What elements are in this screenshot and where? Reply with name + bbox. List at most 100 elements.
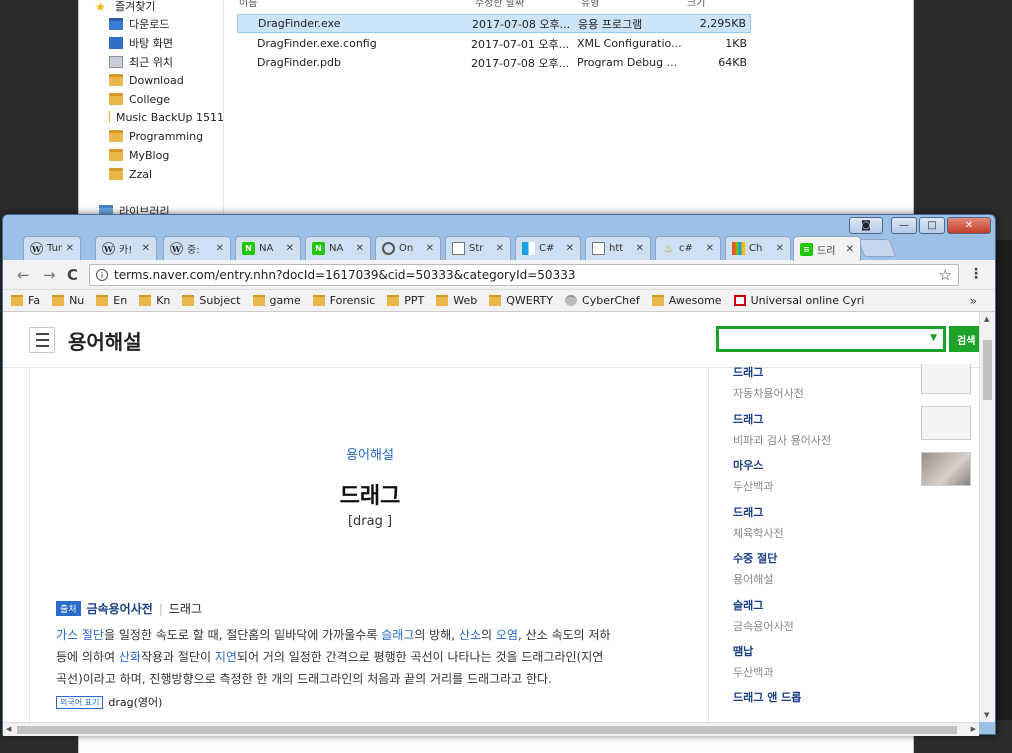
bookmark-item[interactable]: Nu: [52, 294, 84, 307]
nav-item-favorites[interactable]: ★ 즐겨찾기: [95, 0, 155, 15]
bookmark-item[interactable]: Web: [436, 294, 477, 307]
scroll-up-icon[interactable]: ▲: [984, 315, 989, 323]
nav-item-myblog[interactable]: MyBlog: [109, 146, 169, 164]
close-window-button[interactable]: ✕: [947, 217, 991, 234]
tab-2[interactable]: W 카! ✕: [95, 236, 157, 260]
link-gas-cutting[interactable]: 가스 절단: [56, 628, 104, 642]
nav-item-college[interactable]: College: [109, 90, 170, 108]
related-entry[interactable]: 드래그 체육학사전: [733, 504, 979, 541]
horizontal-scrollbar[interactable]: ◀ ▶: [3, 722, 979, 736]
related-entry[interactable]: 땜납 두산백과: [733, 643, 979, 680]
menu-dots-icon[interactable]: ⋮: [969, 266, 983, 282]
nav-item-downloads[interactable]: 다운로드: [109, 15, 169, 33]
link-slag[interactable]: 슬래그: [381, 628, 414, 642]
scroll-right-icon[interactable]: ▶: [971, 725, 976, 733]
related-entry[interactable]: 드래그 앤 드롭: [733, 689, 979, 710]
nav-item-recent[interactable]: 최근 위치: [109, 53, 173, 71]
related-title[interactable]: 드래그 앤 드롭: [733, 689, 979, 705]
file-row[interactable]: DragFinder.exe.config 2017-07-01 오후... X…: [237, 34, 751, 53]
tab-6[interactable]: On ✕: [375, 236, 441, 260]
tab-8[interactable]: C# ✕: [515, 236, 581, 260]
back-arrow-icon[interactable]: ←: [17, 266, 30, 284]
scroll-down-icon[interactable]: ▼: [984, 711, 989, 719]
info-icon[interactable]: i: [96, 269, 108, 281]
address-bar[interactable]: i terms.naver.com/entry.nhn?docId=161703…: [89, 264, 959, 286]
column-size[interactable]: 크기: [687, 0, 705, 9]
related-thumbnail[interactable]: [921, 364, 971, 394]
related-title[interactable]: 땜납: [733, 643, 979, 659]
bookmark-item[interactable]: PPT: [387, 294, 424, 307]
menu-icon[interactable]: [29, 327, 55, 353]
tab-close-icon[interactable]: ✕: [776, 243, 784, 254]
url-text[interactable]: terms.naver.com/entry.nhn?docId=1617039&…: [114, 268, 575, 282]
tab-1[interactable]: W Tur ✕: [23, 236, 81, 260]
tab-close-icon[interactable]: ✕: [846, 244, 854, 255]
bookmark-item[interactable]: QWERTY: [489, 294, 553, 307]
site-title[interactable]: 용어해설: [68, 326, 142, 355]
horizontal-scroll-thumb[interactable]: [17, 726, 957, 734]
bookmark-item[interactable]: CyberChef: [565, 294, 640, 307]
search-button[interactable]: 검색: [949, 326, 979, 352]
tab-close-icon[interactable]: ✕: [566, 243, 574, 254]
dropdown-caret-icon[interactable]: ▼: [930, 333, 937, 343]
bookmark-star-icon[interactable]: ☆: [939, 266, 952, 284]
file-row[interactable]: DragFinder.pdb 2017-07-08 오후... Program …: [237, 53, 751, 72]
nav-item-desktop[interactable]: 바탕 화면: [109, 34, 173, 52]
tab-4[interactable]: N NA ✕: [235, 236, 301, 260]
tab-close-icon[interactable]: ✕: [636, 243, 644, 254]
link-oxygen[interactable]: 산소: [459, 628, 481, 642]
tab-close-icon[interactable]: ✕: [706, 243, 714, 254]
bookmark-item[interactable]: En: [96, 294, 127, 307]
nav-item-download-folder[interactable]: Download: [109, 71, 184, 89]
vertical-scroll-thumb[interactable]: [983, 340, 992, 400]
nav-item-programming[interactable]: Programming: [109, 127, 203, 145]
bookmark-item[interactable]: Awesome: [651, 294, 722, 307]
category-link[interactable]: 용어해설: [30, 444, 710, 463]
link-delay[interactable]: 지연: [215, 650, 237, 664]
new-tab-button[interactable]: [857, 239, 897, 257]
maximize-button[interactable]: □: [919, 217, 945, 234]
search-input[interactable]: ▼: [716, 326, 946, 352]
tab-close-icon[interactable]: ✕: [66, 243, 74, 254]
nav-item-music-backup[interactable]: Music BackUp 1511: [109, 108, 224, 126]
link-oxidation[interactable]: 산화: [119, 650, 141, 664]
forward-arrow-icon[interactable]: →: [43, 266, 56, 284]
related-thumbnail[interactable]: [921, 452, 971, 486]
bookmark-item[interactable]: Kn: [139, 294, 170, 307]
tab-3[interactable]: W 중: ✕: [163, 236, 231, 260]
bookmark-item[interactable]: game: [252, 294, 301, 307]
column-name[interactable]: 이름: [239, 0, 257, 9]
vertical-scrollbar[interactable]: ▲ ▼: [979, 312, 995, 722]
tab-12-active[interactable]: ≡ 드리 ✕: [793, 236, 861, 261]
tab-close-icon[interactable]: ✕: [216, 243, 224, 254]
bookmark-item[interactable]: Fa: [11, 294, 40, 307]
file-row[interactable]: DragFinder.exe 2017-07-08 오후... 응용 프로그램 …: [237, 14, 751, 33]
related-thumbnail[interactable]: [921, 406, 971, 440]
column-date[interactable]: 수정한 날짜: [475, 0, 524, 9]
related-title[interactable]: 수중 절단: [733, 550, 979, 566]
tab-11[interactable]: Ch ✕: [725, 236, 791, 260]
column-type[interactable]: 유형: [581, 0, 599, 9]
related-entry[interactable]: 슬래그 금속용어사전: [733, 597, 979, 634]
tab-close-icon[interactable]: ✕: [496, 243, 504, 254]
source-dictionary-link[interactable]: 금속용어사전: [87, 600, 153, 617]
tab-close-icon[interactable]: ✕: [286, 243, 294, 254]
tab-5[interactable]: N NA ✕: [305, 236, 371, 260]
minimize-button[interactable]: —: [891, 217, 917, 234]
nav-item-zzal[interactable]: Zzal: [109, 165, 152, 183]
tab-7[interactable]: Str ✕: [445, 236, 511, 260]
tab-close-icon[interactable]: ✕: [356, 243, 364, 254]
bookmark-item[interactable]: Subject: [182, 294, 241, 307]
bookmark-item[interactable]: Universal online Cyri: [733, 294, 864, 307]
reload-icon[interactable]: C: [67, 266, 78, 284]
link-contamination[interactable]: 오염: [496, 628, 518, 642]
more-bookmarks-icon[interactable]: »: [970, 294, 977, 308]
tab-9[interactable]: htt ✕: [585, 236, 651, 260]
related-title[interactable]: 드래그: [733, 504, 979, 520]
related-title[interactable]: 슬래그: [733, 597, 979, 613]
tab-10[interactable]: ♨ c# ✕: [655, 236, 721, 260]
scroll-left-icon[interactable]: ◀: [6, 725, 11, 733]
bookmark-item[interactable]: Forensic: [312, 294, 375, 307]
tab-close-icon[interactable]: ✕: [142, 243, 150, 254]
related-entry[interactable]: 수중 절단 용어해설: [733, 550, 979, 587]
